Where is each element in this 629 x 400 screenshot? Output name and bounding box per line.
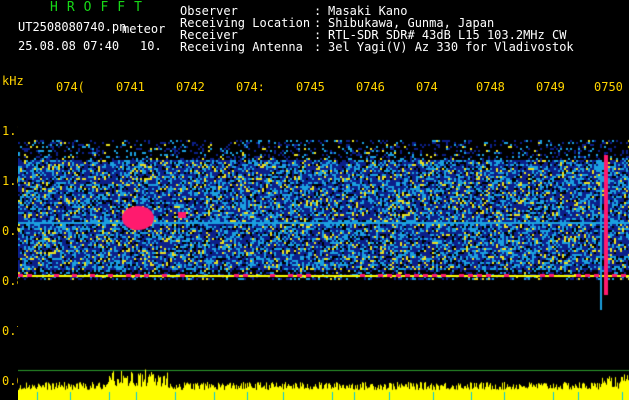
time-tick: 074: [236, 80, 265, 94]
app-brand: HROFFT [50, 0, 151, 15]
file-name-suffix: meteor [122, 22, 166, 36]
info-label-antenna: Receiving Antenna [180, 40, 303, 54]
recording-datetime: 25.08.08 07:40 [18, 39, 120, 53]
time-tick: 0742 [176, 80, 205, 94]
time-interval: 10. [140, 39, 162, 53]
frequency-unit-label: kHz [2, 74, 24, 88]
spectrogram [18, 100, 629, 400]
time-tick: 0745 [296, 80, 325, 94]
info-value-antenna: 3el Yagi(V) Az 330 for Vladivostok [328, 40, 574, 54]
file-name: UT2508080740.pn [18, 20, 127, 34]
time-tick: 0746 [356, 80, 385, 94]
time-tick: 0750 [594, 80, 623, 94]
time-tick: 0748 [476, 80, 505, 94]
info-colon: : [314, 40, 322, 54]
time-tick: 074 [416, 80, 438, 94]
time-tick: 0741 [116, 80, 145, 94]
time-tick: 074( [56, 80, 85, 94]
time-tick: 0749 [536, 80, 565, 94]
